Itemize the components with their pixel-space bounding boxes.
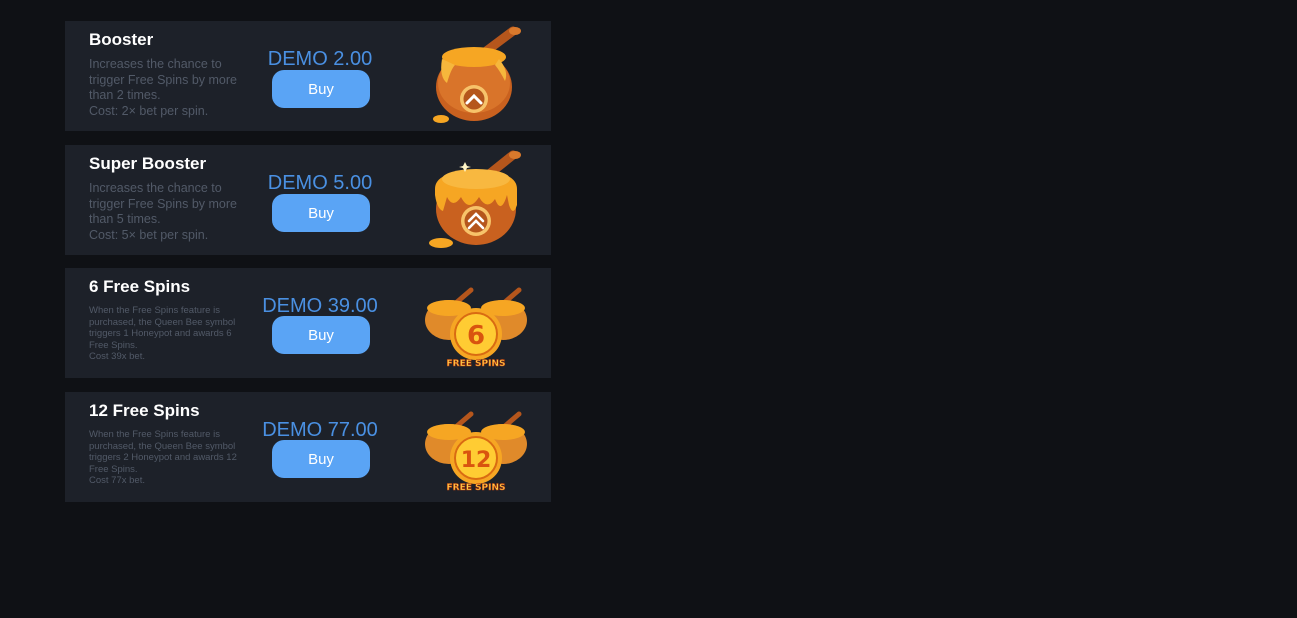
description-line: purchased, the Queen Bee symbol [89, 440, 236, 452]
feature-price: DEMO 77.00 [262, 419, 378, 441]
twelve-free-spins-panel: 12 Free Spins When the Free Spins featur… [65, 392, 551, 502]
feature-title: 12 Free Spins [89, 401, 200, 420]
description-line: Increases the chance to [89, 57, 222, 71]
badge-number: 6 [467, 321, 485, 351]
description-line: than 2 times. [89, 88, 161, 102]
six-free-spins-panel: 6 Free Spins When the Free Spins feature… [65, 268, 551, 378]
description-line: Free Spins. [89, 339, 138, 351]
description-line: triggers 2 Honeypot and awards 12 [89, 452, 237, 464]
badge-text: FREE SPINS [447, 359, 506, 369]
description-line: trigger Free Spins by more [89, 196, 237, 211]
super-booster-panel: Super Booster Increases the chance to tr… [65, 145, 551, 255]
description-line: Cost 39x bet. [89, 351, 145, 363]
description-line: Free Spins. [89, 463, 138, 475]
free-spins-6-coin-icon: 6 FREE SPINS [425, 287, 527, 369]
description-line: purchased, the Queen Bee symbol [89, 316, 236, 328]
feature-description: Increases the chance to trigger Free Spi… [89, 57, 251, 119]
buy-six-free-spins-button[interactable]: Buy [272, 316, 370, 354]
feature-title: 6 Free Spins [89, 277, 191, 296]
description-line: trigger Free Spins by more [89, 72, 237, 87]
feature-title: Super Booster [89, 154, 207, 173]
description-line: Cost: 5× bet per spin. [89, 227, 209, 242]
feature-price: DEMO 39.00 [262, 295, 378, 317]
buy-twelve-free-spins-button[interactable]: Buy [272, 440, 370, 478]
feature-description: Increases the chance to trigger Free Spi… [89, 181, 251, 243]
feature-title: Booster [89, 30, 154, 49]
description-line: than 5 times. [89, 212, 161, 226]
feature-price: DEMO 2.00 [267, 48, 373, 70]
badge-number: 12 [461, 448, 492, 473]
buy-super-booster-button[interactable]: Buy [272, 194, 370, 232]
booster-panel: Booster Increases the chance to trigger … [65, 21, 551, 131]
description-line: Cost: 2× bet per spin. [89, 103, 209, 118]
description-line: Cost 77x bet. [89, 475, 145, 487]
feature-price: DEMO 5.00 [267, 172, 373, 194]
description-line: When the Free Spins feature is [89, 429, 220, 440]
feature-description: When the Free Spins feature is purchased… [89, 305, 245, 363]
free-spins-12-coin-icon: 12 FREE SPINS [425, 411, 527, 493]
description-line: Increases the chance to [89, 181, 222, 195]
description-line: triggers 1 Honeypot and awards 6 [89, 328, 232, 340]
description-line: When the Free Spins feature is [89, 305, 220, 316]
buy-booster-button[interactable]: Buy [272, 70, 370, 108]
feature-description: When the Free Spins feature is purchased… [89, 429, 245, 487]
badge-text: FREE SPINS [447, 483, 506, 493]
honey-pot-up-arrow-icon [433, 26, 521, 123]
honey-pot-double-arrow-icon [429, 150, 521, 248]
